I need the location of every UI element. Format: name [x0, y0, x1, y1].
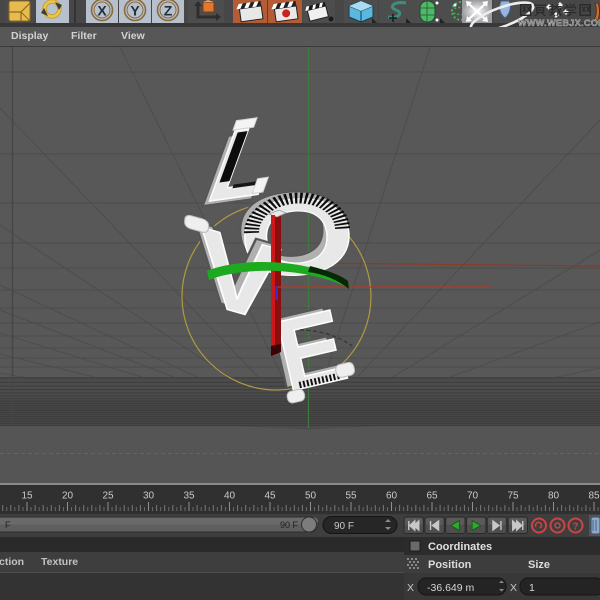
- svg-text:55: 55: [345, 491, 357, 502]
- svg-text:Z: Z: [164, 3, 173, 19]
- svg-text:Coordinates: Coordinates: [428, 541, 492, 553]
- svg-text:75: 75: [507, 491, 519, 502]
- svg-text:80: 80: [548, 491, 560, 502]
- svg-text:Position: Position: [428, 559, 472, 571]
- svg-text:X: X: [407, 582, 414, 594]
- svg-text:X: X: [510, 582, 517, 594]
- svg-text:15: 15: [21, 491, 33, 502]
- svg-text:70: 70: [467, 491, 479, 502]
- svg-text:65: 65: [426, 491, 438, 502]
- svg-text:Size: Size: [528, 559, 550, 571]
- svg-text:50: 50: [305, 491, 317, 502]
- svg-text:90 F: 90 F: [334, 521, 354, 532]
- svg-text:1: 1: [529, 582, 535, 594]
- svg-text:F: F: [5, 520, 11, 530]
- svg-text:X: X: [97, 3, 107, 19]
- svg-text:35: 35: [183, 491, 195, 502]
- svg-text:45: 45: [264, 491, 276, 502]
- svg-text:90 F: 90 F: [280, 520, 299, 530]
- svg-text:40: 40: [224, 491, 236, 502]
- svg-text:30: 30: [143, 491, 155, 502]
- svg-text:60: 60: [386, 491, 398, 502]
- svg-text:20: 20: [62, 491, 74, 502]
- svg-text:85: 85: [588, 491, 600, 502]
- svg-text:Y: Y: [130, 3, 140, 19]
- svg-text:25: 25: [102, 491, 114, 502]
- svg-text:-36.649 m: -36.649 m: [427, 582, 475, 594]
- svg-text:?: ?: [572, 522, 578, 533]
